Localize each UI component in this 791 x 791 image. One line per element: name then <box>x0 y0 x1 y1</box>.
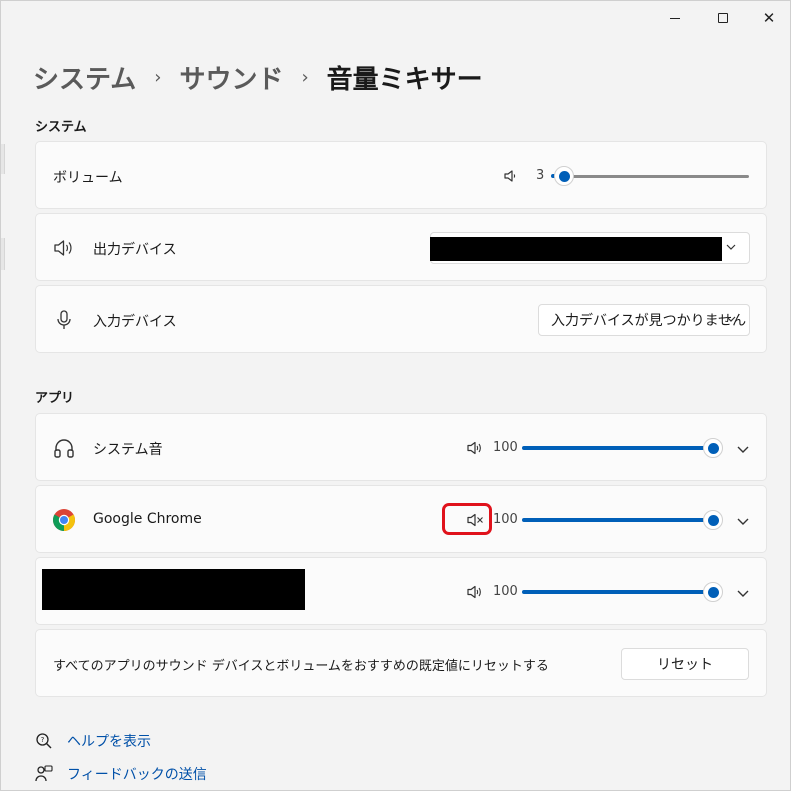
breadcrumb-separator: › <box>301 66 309 88</box>
close-icon: ✕ <box>762 8 776 27</box>
reset-button[interactable]: リセット <box>621 648 749 680</box>
nav-edge-selected <box>1 238 5 270</box>
speaker-icon[interactable] <box>465 438 485 458</box>
app-name: システム音 <box>93 442 163 458</box>
breadcrumb-separator: › <box>154 66 162 88</box>
speaker-icon <box>52 237 76 259</box>
section-system-label: システム <box>35 120 87 135</box>
headphones-icon <box>52 436 76 460</box>
app-volume-thumb[interactable] <box>703 438 723 458</box>
system-volume-card: ボリューム 3 <box>35 141 767 209</box>
feedback-link[interactable]: フィードバックの送信 <box>35 764 207 784</box>
app-volume-value: 100 <box>493 440 518 455</box>
breadcrumb-system[interactable]: システム <box>33 59 136 96</box>
app-volume-fill <box>522 518 705 522</box>
app-volume-thumb[interactable] <box>703 582 723 602</box>
microphone-icon <box>54 308 74 332</box>
app-name: Google Chrome <box>93 511 202 527</box>
input-device-select[interactable]: 入力デバイスが見つかりません <box>538 304 750 336</box>
mute-highlight-box <box>442 503 492 535</box>
chevron-down-icon <box>726 316 736 322</box>
help-link[interactable]: ? ヘルプを表示 <box>35 731 151 751</box>
redacted-device-name <box>430 237 722 261</box>
input-device-value: 入力デバイスが見つかりません <box>551 313 747 329</box>
chevron-down-icon[interactable] <box>735 513 751 529</box>
input-device-label: 入力デバイス <box>93 314 177 330</box>
maximize-icon <box>718 13 728 23</box>
help-link-text[interactable]: ヘルプを表示 <box>67 731 151 751</box>
system-volume-value: 3 <box>536 168 545 183</box>
feedback-icon <box>35 765 53 782</box>
speaker-icon[interactable] <box>465 582 485 602</box>
help-icon: ? <box>36 733 52 749</box>
maximize-button[interactable] <box>699 1 747 35</box>
output-device-card: 出力デバイス <box>35 213 767 281</box>
reset-card: すべてのアプリのサウンド デバイスとボリュームをおすすめの既定値にリセットする … <box>35 629 767 697</box>
app-row-system-sounds: システム音 100 <box>35 413 767 481</box>
system-volume-thumb[interactable] <box>554 166 574 186</box>
volume-label: ボリューム <box>53 170 123 186</box>
close-button[interactable]: ✕ <box>745 1 791 35</box>
chevron-down-icon[interactable] <box>735 441 751 457</box>
chevron-down-icon[interactable] <box>735 585 751 601</box>
feedback-link-text[interactable]: フィードバックの送信 <box>67 764 207 784</box>
speaker-icon[interactable] <box>501 166 521 186</box>
app-row-redacted: 100 <box>35 557 767 625</box>
app-volume-fill <box>522 590 705 594</box>
app-volume-value: 100 <box>493 584 518 599</box>
minimize-button[interactable] <box>651 1 699 35</box>
chrome-icon <box>52 508 76 532</box>
breadcrumb: システム › サウンド › 音量ミキサー <box>33 59 483 95</box>
input-device-card: 入力デバイス 入力デバイスが見つかりません <box>35 285 767 353</box>
breadcrumb-sound[interactable]: サウンド <box>179 59 283 96</box>
app-row-google-chrome: Google Chrome 100 <box>35 485 767 553</box>
app-volume-thumb[interactable] <box>703 510 723 530</box>
system-volume-track[interactable] <box>568 175 749 178</box>
chevron-down-icon <box>726 244 736 250</box>
section-apps-label: アプリ <box>35 391 75 406</box>
minimize-icon <box>670 17 680 19</box>
redacted-app-name <box>42 569 305 610</box>
output-device-label: 出力デバイス <box>93 242 177 258</box>
svg-text:?: ? <box>41 736 45 744</box>
nav-edge <box>1 144 5 174</box>
app-volume-fill <box>522 446 705 450</box>
page-title: 音量ミキサー <box>326 64 483 95</box>
settings-window: ✕ システム › サウンド › 音量ミキサー システム ボリューム 3 出力デバ… <box>0 0 791 791</box>
reset-description: すべてのアプリのサウンド デバイスとボリュームをおすすめの既定値にリセットする <box>53 659 549 674</box>
app-volume-value: 100 <box>493 512 518 527</box>
